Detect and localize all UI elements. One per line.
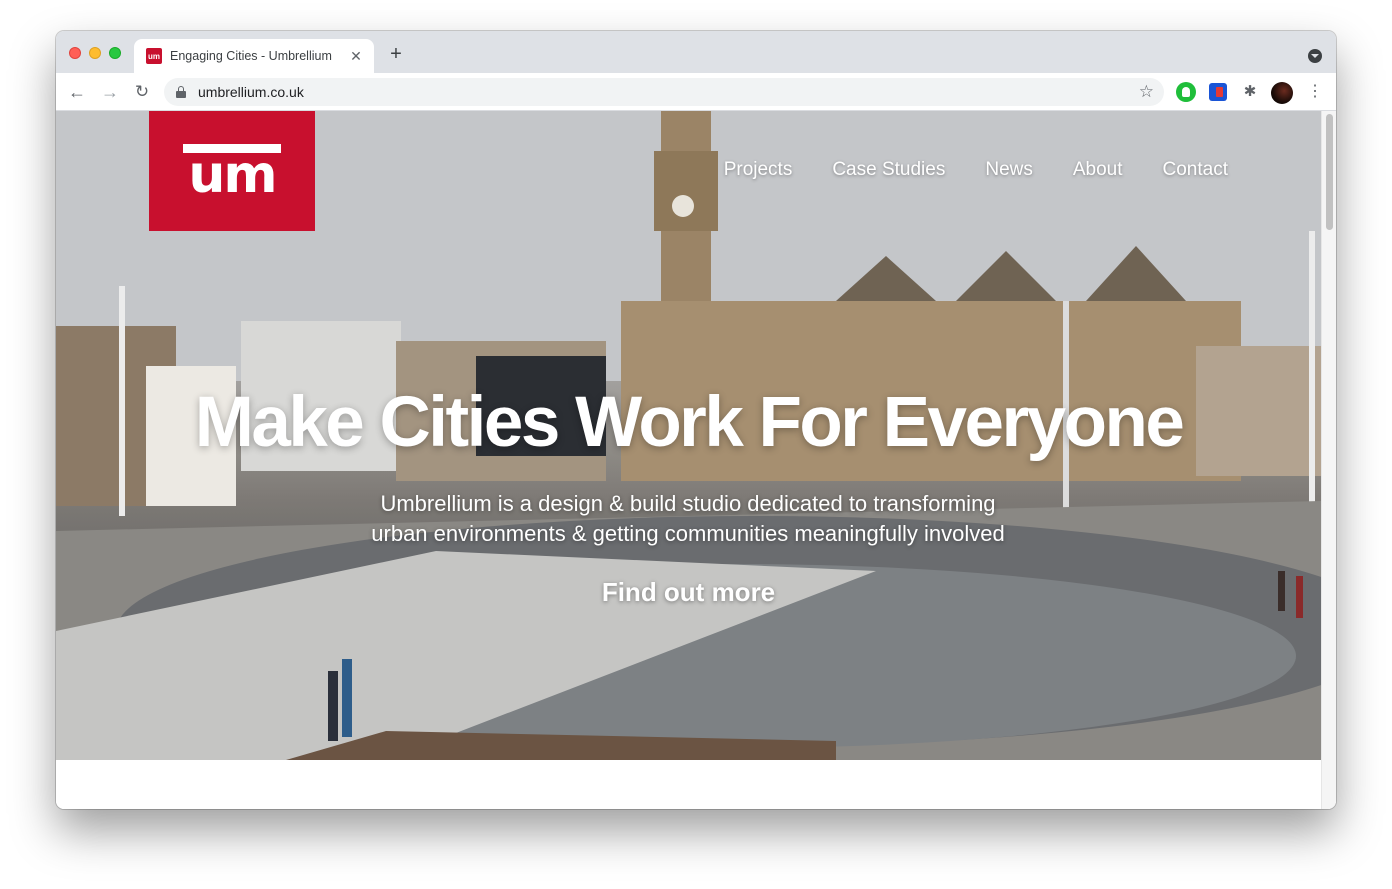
page-viewport: um Projects Case Studies News About Cont… — [56, 111, 1336, 809]
address-bar[interactable]: umbrellium.co.uk ☆ — [164, 78, 1164, 106]
arrow-right-icon[interactable]: → — [99, 81, 121, 103]
plus-icon[interactable]: + — [386, 44, 406, 64]
reload-icon[interactable]: ↻ — [131, 81, 153, 103]
nav-projects[interactable]: Projects — [724, 159, 793, 181]
tab-engaging-cities[interactable]: um Engaging Cities - Umbrellium ✕ — [134, 39, 374, 73]
umbrellium-logo[interactable]: um — [149, 111, 315, 231]
minimize-window-button[interactable] — [89, 47, 101, 59]
browser-toolbar: ← → ↻ umbrellium.co.uk ☆ ✱ ⋮ — [56, 73, 1336, 111]
lock-icon[interactable] — [176, 86, 186, 98]
hero-subtitle-line-2: urban environments & getting communities… — [371, 521, 1005, 546]
kebab-menu-icon[interactable]: ⋮ — [1307, 82, 1323, 102]
umbrellium-favicon-icon: um — [146, 48, 162, 64]
logo-text: um — [188, 145, 277, 205]
find-out-more-link[interactable]: Find out more — [56, 577, 1321, 608]
tab-title: Engaging Cities - Umbrellium — [170, 49, 332, 63]
hero-title: Make Cities Work For Everyone — [194, 383, 1185, 462]
avatar[interactable] — [1271, 82, 1293, 104]
nav-about[interactable]: About — [1073, 159, 1123, 181]
site-nav: Projects Case Studies News About Contact — [724, 159, 1228, 181]
green-extension-icon[interactable] — [1176, 82, 1196, 102]
hero-section: um Projects Case Studies News About Cont… — [56, 111, 1321, 760]
close-window-button[interactable] — [69, 47, 81, 59]
zoom-window-button[interactable] — [109, 47, 121, 59]
tab-strip: um Engaging Cities - Umbrellium ✕ + — [56, 31, 1336, 73]
blue-extension-icon[interactable] — [1209, 83, 1227, 101]
browser-window: um Engaging Cities - Umbrellium ✕ + ← → … — [56, 31, 1336, 809]
puzzle-icon[interactable]: ✱ — [1240, 82, 1260, 102]
chevron-down-icon[interactable] — [1308, 49, 1322, 63]
nav-contact[interactable]: Contact — [1163, 159, 1228, 181]
url-text[interactable]: umbrellium.co.uk — [198, 84, 304, 100]
scrollbar[interactable] — [1321, 111, 1336, 809]
arrow-left-icon[interactable]: ← — [66, 81, 88, 103]
scrollbar-thumb[interactable] — [1326, 114, 1333, 230]
star-icon[interactable]: ☆ — [1139, 82, 1154, 102]
close-icon[interactable]: ✕ — [348, 48, 364, 64]
nav-news[interactable]: News — [985, 159, 1033, 181]
nav-case-studies[interactable]: Case Studies — [832, 159, 945, 181]
hero-subtitle-line-1: Umbrellium is a design & build studio de… — [380, 491, 996, 516]
hero-subtitle: Umbrellium is a design & build studio de… — [338, 489, 1038, 549]
